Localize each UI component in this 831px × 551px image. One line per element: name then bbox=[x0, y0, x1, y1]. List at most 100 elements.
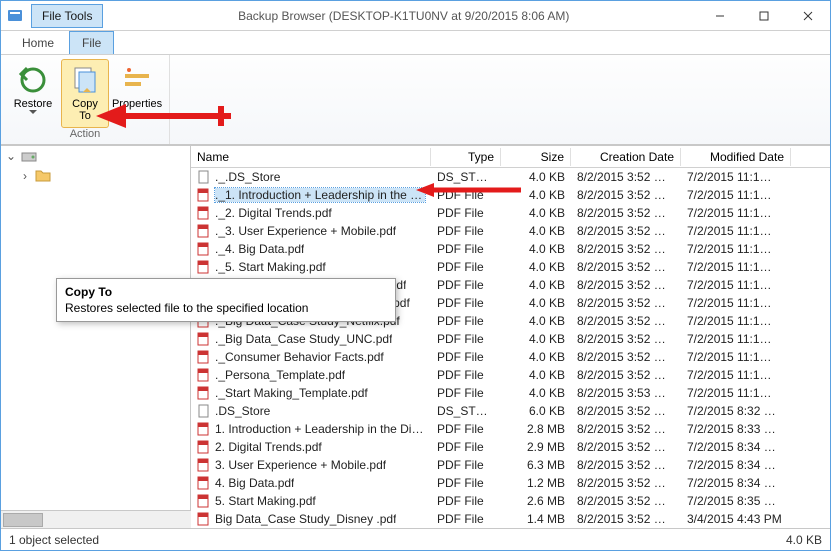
table-row[interactable]: 3. User Experience + Mobile.pdfPDF File6… bbox=[191, 456, 830, 474]
file-mdate: 7/2/2015 8:34 … bbox=[681, 474, 791, 492]
list-body[interactable]: ._.DS_StoreDS_ST…4.0 KB8/2/2015 3:52 …7/… bbox=[191, 168, 830, 528]
file-name: 2. Digital Trends.pdf bbox=[215, 440, 322, 454]
file-size: 4.0 KB bbox=[501, 330, 571, 348]
file-name: ._5. Start Making.pdf bbox=[215, 260, 326, 274]
file-mdate: 7/2/2015 8:32 … bbox=[681, 402, 791, 420]
titlebar: File Tools Backup Browser (DESKTOP-K1TU0… bbox=[1, 1, 830, 31]
properties-icon bbox=[121, 64, 153, 96]
file-cdate: 8/2/2015 3:52 … bbox=[571, 294, 681, 312]
file-mdate: 7/2/2015 8:35 … bbox=[681, 492, 791, 510]
file-type: PDF File bbox=[431, 510, 501, 528]
file-icon bbox=[197, 404, 211, 418]
column-modified-date[interactable]: Modified Date bbox=[681, 148, 791, 166]
properties-button[interactable]: Properties bbox=[113, 59, 161, 128]
column-creation-date[interactable]: Creation Date bbox=[571, 148, 681, 166]
copy-to-button[interactable]: Copy To bbox=[61, 59, 109, 128]
file-icon bbox=[197, 170, 211, 184]
file-size: 4.0 KB bbox=[501, 168, 571, 186]
file-size: 6.3 MB bbox=[501, 456, 571, 474]
file-name: ._Persona_Template.pdf bbox=[215, 368, 345, 382]
file-cdate: 8/2/2015 3:52 … bbox=[571, 438, 681, 456]
table-row[interactable]: ._4. Big Data.pdfPDF File4.0 KB8/2/2015 … bbox=[191, 240, 830, 258]
table-row[interactable]: ._3. User Experience + Mobile.pdfPDF Fil… bbox=[191, 222, 830, 240]
folder-tree[interactable]: ⌄ › bbox=[1, 146, 191, 528]
file-type: DS_ST… bbox=[431, 168, 501, 186]
file-type: PDF File bbox=[431, 312, 501, 330]
file-mdate: 7/2/2015 11:1… bbox=[681, 312, 791, 330]
table-row[interactable]: ._5. Start Making.pdf PDF File4.0 KB8/2/2… bbox=[191, 258, 830, 276]
table-row[interactable]: ._Persona_Template.pdfPDF File4.0 KB8/2/… bbox=[191, 366, 830, 384]
file-cdate: 8/2/2015 3:52 … bbox=[571, 258, 681, 276]
dropdown-icon bbox=[29, 110, 37, 114]
tab-home[interactable]: Home bbox=[9, 31, 67, 54]
table-row[interactable]: Big Data_Case Study_Disney .pdfPDF File1… bbox=[191, 510, 830, 528]
app-window: File Tools Backup Browser (DESKTOP-K1TU0… bbox=[0, 0, 831, 551]
status-right: 4.0 KB bbox=[786, 533, 822, 547]
tree-row[interactable]: ⌄ bbox=[1, 146, 190, 166]
file-mdate: 7/2/2015 11:1… bbox=[681, 258, 791, 276]
file-size: 4.0 KB bbox=[501, 186, 571, 204]
restore-icon bbox=[17, 64, 49, 96]
ribbon-tabs: Home File bbox=[1, 31, 830, 55]
file-mdate: 7/2/2015 11:1… bbox=[681, 240, 791, 258]
table-row[interactable]: ._Start Making_Template.pdfPDF File4.0 K… bbox=[191, 384, 830, 402]
minimize-icon bbox=[715, 11, 725, 21]
column-type[interactable]: Type bbox=[431, 148, 501, 166]
file-type: PDF File bbox=[431, 258, 501, 276]
file-size: 4.0 KB bbox=[501, 240, 571, 258]
table-row[interactable]: ._2. Digital Trends.pdfPDF File4.0 KB8/2… bbox=[191, 204, 830, 222]
file-cdate: 8/2/2015 3:52 … bbox=[571, 510, 681, 528]
table-row[interactable]: 4. Big Data.pdfPDF File1.2 MB8/2/2015 3:… bbox=[191, 474, 830, 492]
column-name[interactable]: Name bbox=[191, 148, 431, 166]
file-type: PDF File bbox=[431, 276, 501, 294]
file-type: PDF File bbox=[431, 438, 501, 456]
pdf-icon bbox=[197, 494, 211, 508]
column-size[interactable]: Size bbox=[501, 148, 571, 166]
table-row[interactable]: 1. Introduction + Leadership in the Digi… bbox=[191, 420, 830, 438]
minimize-button[interactable] bbox=[698, 2, 742, 30]
file-size: 4.0 KB bbox=[501, 276, 571, 294]
app-icon bbox=[7, 8, 23, 24]
scrollbar-thumb[interactable] bbox=[3, 513, 43, 527]
table-row[interactable]: ._.DS_StoreDS_ST…4.0 KB8/2/2015 3:52 …7/… bbox=[191, 168, 830, 186]
properties-label: Properties bbox=[112, 98, 162, 110]
file-mdate: 7/2/2015 8:34 … bbox=[681, 456, 791, 474]
file-cdate: 8/2/2015 3:52 … bbox=[571, 222, 681, 240]
tooltip-body: Restores selected file to the specified … bbox=[65, 301, 387, 315]
table-row[interactable]: ._Consumer Behavior Facts.pdfPDF File4.0… bbox=[191, 348, 830, 366]
file-size: 2.6 MB bbox=[501, 492, 571, 510]
file-cdate: 8/2/2015 3:52 … bbox=[571, 168, 681, 186]
table-row[interactable]: ._Big Data_Case Study_UNC.pdfPDF File4.0… bbox=[191, 330, 830, 348]
contextual-tab-label: File Tools bbox=[31, 4, 103, 28]
file-cdate: 8/2/2015 3:52 … bbox=[571, 456, 681, 474]
pdf-icon bbox=[197, 332, 211, 346]
file-cdate: 8/2/2015 3:52 … bbox=[571, 186, 681, 204]
file-type: PDF File bbox=[431, 474, 501, 492]
chevron-right-icon[interactable]: › bbox=[19, 169, 31, 183]
table-row[interactable]: ._1. Introduction + Leadership in the Di… bbox=[191, 186, 830, 204]
restore-button[interactable]: Restore bbox=[9, 59, 57, 128]
maximize-icon bbox=[759, 11, 769, 21]
file-type: PDF File bbox=[431, 222, 501, 240]
pdf-icon bbox=[197, 422, 211, 436]
pdf-icon bbox=[197, 206, 211, 220]
close-icon bbox=[803, 11, 813, 21]
tree-scrollbar[interactable] bbox=[1, 510, 191, 528]
file-cdate: 8/2/2015 3:52 … bbox=[571, 276, 681, 294]
file-size: 4.0 KB bbox=[501, 258, 571, 276]
file-cdate: 8/2/2015 3:52 … bbox=[571, 348, 681, 366]
file-name: ._1. Introduction + Leadership in the Di… bbox=[215, 188, 425, 202]
close-button[interactable] bbox=[786, 2, 830, 30]
table-row[interactable]: 2. Digital Trends.pdfPDF File2.9 MB8/2/2… bbox=[191, 438, 830, 456]
table-row[interactable]: 5. Start Making.pdfPDF File2.6 MB8/2/201… bbox=[191, 492, 830, 510]
pdf-icon bbox=[197, 458, 211, 472]
file-type: PDF File bbox=[431, 330, 501, 348]
tree-row[interactable]: › bbox=[1, 166, 190, 186]
file-mdate: 7/2/2015 11:1… bbox=[681, 366, 791, 384]
maximize-button[interactable] bbox=[742, 2, 786, 30]
file-mdate: 7/2/2015 8:33 … bbox=[681, 420, 791, 438]
tab-file[interactable]: File bbox=[69, 31, 114, 54]
chevron-down-icon[interactable]: ⌄ bbox=[5, 149, 17, 163]
file-size: 4.0 KB bbox=[501, 294, 571, 312]
table-row[interactable]: .DS_StoreDS_ST…6.0 KB8/2/2015 3:52 …7/2/… bbox=[191, 402, 830, 420]
